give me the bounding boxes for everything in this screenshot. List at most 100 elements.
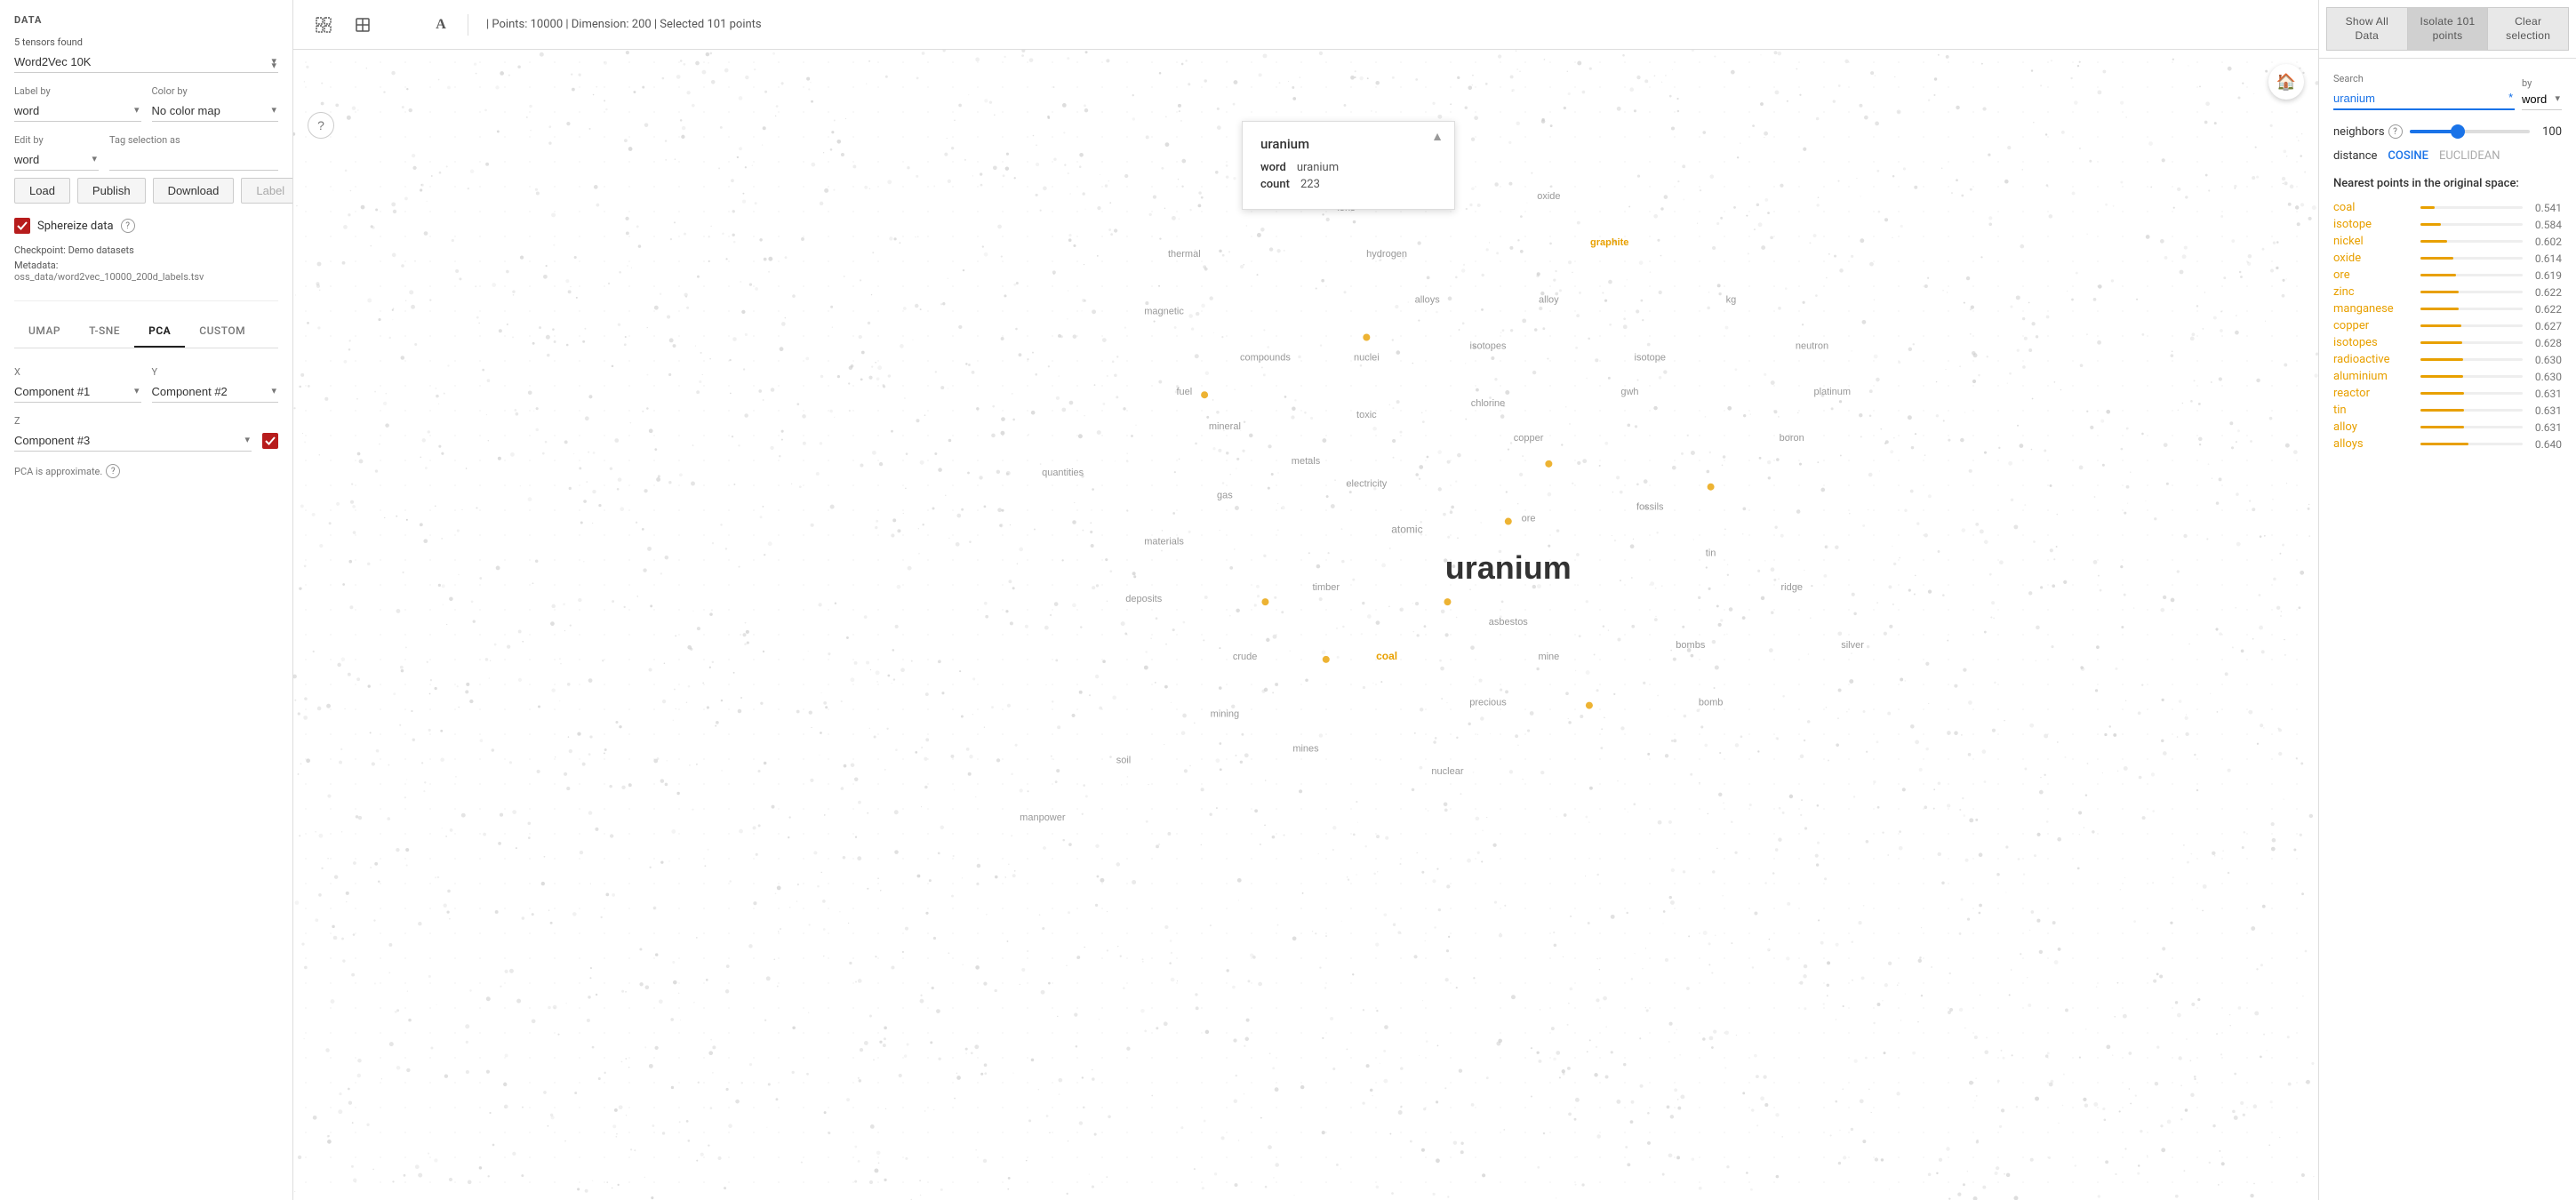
nearest-score: 0.631 (2530, 388, 2562, 400)
euclidean-option[interactable]: EUCLIDEAN (2439, 149, 2500, 163)
tab-custom[interactable]: CUSTOM (185, 316, 260, 348)
distance-label: distance (2333, 149, 2377, 163)
load-button[interactable]: Load (14, 178, 70, 204)
clear-selection-button[interactable]: Clear selection (2487, 7, 2569, 51)
x-axis-select[interactable]: Component #1 (14, 381, 141, 403)
svg-text:asbestos: asbestos (1489, 617, 1529, 628)
svg-text:chlorine: chlorine (1471, 398, 1506, 409)
svg-text:mines: mines (1292, 743, 1319, 754)
tab-umap[interactable]: UMAP (14, 316, 75, 348)
y-axis-select[interactable]: Component #2 (152, 381, 279, 403)
svg-text:ridge: ridge (1780, 582, 1802, 593)
svg-text:tin: tin (1706, 548, 1716, 558)
tooltip-popup: uranium ▲ word uranium count 223 (1242, 121, 1455, 210)
nearest-name[interactable]: coal (2333, 201, 2413, 214)
svg-text:coal: coal (1376, 650, 1397, 662)
neighbors-help-icon[interactable]: ? (2388, 124, 2403, 139)
night-mode-button[interactable] (386, 9, 418, 41)
label-by-select[interactable]: word (14, 100, 141, 122)
neighbors-value: 100 (2537, 125, 2562, 139)
svg-text:gas: gas (1217, 491, 1233, 501)
nearest-item: coal 0.541 (2333, 201, 2562, 214)
nearest-name[interactable]: manganese (2333, 302, 2413, 316)
z-axis-select[interactable]: Component #3 (14, 430, 252, 452)
sphereize-label: Sphereize data (37, 220, 114, 233)
nearest-name[interactable]: radioactive (2333, 353, 2413, 366)
pca-approx-help-icon[interactable]: ? (106, 464, 120, 478)
svg-text:isotopes: isotopes (1470, 340, 1507, 351)
home-button[interactable]: 🏠 (2268, 64, 2304, 100)
nearest-bar (2420, 206, 2435, 209)
svg-text:uranium: uranium (1445, 549, 1572, 586)
nearest-bar (2420, 375, 2463, 378)
nearest-name[interactable]: aluminium (2333, 370, 2413, 383)
svg-text:metals: metals (1292, 456, 1321, 467)
show-all-data-button[interactable]: Show All Data (2326, 7, 2407, 51)
tensors-found: 5 tensors found (14, 36, 278, 48)
nearest-bar (2420, 341, 2462, 344)
nearest-score: 0.627 (2530, 320, 2562, 332)
by-select-wrap: word (2522, 89, 2562, 110)
tag-label-label: Tag selection as (109, 134, 278, 146)
tooltip-close-button[interactable]: ▲ (1431, 129, 1444, 143)
z-axis-checkbox[interactable] (262, 433, 278, 449)
canvas-container[interactable]: ionsoxidethermalhydrogengraphitemagnetic… (293, 50, 2318, 1200)
tag-input[interactable] (109, 149, 278, 171)
svg-text:ore: ore (1522, 514, 1536, 524)
nearest-name[interactable]: alloy (2333, 420, 2413, 434)
nearest-score: 0.640 (2530, 438, 2562, 451)
nearest-name[interactable]: ore (2333, 268, 2413, 282)
edit-by-select[interactable]: word (14, 149, 99, 171)
nearest-name[interactable]: tin (2333, 404, 2413, 417)
nearest-item: radioactive 0.630 (2333, 353, 2562, 366)
nearest-bar-wrap (2420, 240, 2523, 243)
nearest-bar-wrap (2420, 308, 2523, 310)
nearest-bar-wrap (2420, 443, 2523, 445)
search-input[interactable] (2333, 88, 2515, 110)
box-select-button[interactable] (347, 9, 379, 41)
nearest-item: alloys 0.640 (2333, 437, 2562, 451)
cosine-option[interactable]: COSINE (2388, 149, 2428, 163)
edit-by-label: Edit by (14, 134, 99, 146)
dataset-select[interactable]: Word2Vec 10K (14, 52, 278, 73)
nearest-name[interactable]: nickel (2333, 235, 2413, 248)
tooltip-count-value: 223 (1300, 178, 1320, 191)
download-button[interactable]: Download (153, 178, 235, 204)
toolbar-stats: | Points: 10000 | Dimension: 200 | Selec… (486, 18, 762, 31)
nearest-name[interactable]: copper (2333, 319, 2413, 332)
nearest-name[interactable]: zinc (2333, 285, 2413, 299)
checkpoint-row: Checkpoint: Demo datasets (14, 244, 278, 256)
svg-text:gwh: gwh (1620, 387, 1638, 397)
publish-button[interactable]: Publish (77, 178, 146, 204)
nearest-score: 0.619 (2530, 269, 2562, 282)
svg-text:thermal: thermal (1168, 249, 1201, 260)
svg-text:hydrogen: hydrogen (1366, 249, 1407, 260)
sphereize-help-icon[interactable]: ? (121, 219, 135, 233)
svg-text:neutron: neutron (1796, 340, 1828, 351)
nearest-name[interactable]: isotopes (2333, 336, 2413, 349)
nearest-score: 0.614 (2530, 252, 2562, 265)
nearest-name[interactable]: reactor (2333, 387, 2413, 400)
neighbors-slider[interactable] (2410, 130, 2530, 133)
tab-pca[interactable]: PCA (134, 316, 185, 348)
nearest-item: isotopes 0.628 (2333, 336, 2562, 349)
tab-tsne[interactable]: T-SNE (75, 316, 134, 348)
isolate-points-button[interactable]: Isolate 101 points (2407, 7, 2488, 51)
nearest-item: aluminium 0.630 (2333, 370, 2562, 383)
main-area: A | Points: 10000 | Dimension: 200 | Sel… (293, 0, 2318, 1200)
tooltip-title: uranium (1260, 136, 1436, 152)
by-select[interactable]: word (2522, 89, 2562, 110)
svg-text:toxic: toxic (1356, 410, 1377, 420)
nearest-name[interactable]: alloys (2333, 437, 2413, 451)
metadata-value: oss_data/word2vec_10000_200d_labels.tsv (14, 271, 278, 283)
labels-toggle-button[interactable]: A (425, 9, 457, 41)
help-button[interactable]: ? (308, 112, 334, 139)
svg-text:quantities: quantities (1042, 468, 1084, 478)
nearest-name[interactable]: isotope (2333, 218, 2413, 231)
scatter-plot[interactable]: ionsoxidethermalhydrogengraphitemagnetic… (293, 50, 2318, 1200)
color-by-select[interactable]: No color map (152, 100, 279, 122)
nearest-name[interactable]: oxide (2333, 252, 2413, 265)
svg-text:electricity: electricity (1346, 479, 1387, 490)
selection-tool-button[interactable] (308, 9, 340, 41)
sphereize-checkbox[interactable] (14, 218, 30, 234)
